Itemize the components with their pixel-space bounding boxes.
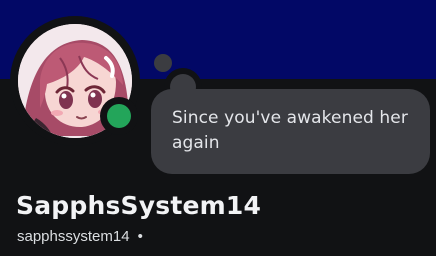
user-profile-card: Since you've awakened her again SapphsSy… xyxy=(0,0,436,256)
username-row: sapphssystem14 • xyxy=(17,228,143,245)
online-status-icon xyxy=(107,104,131,128)
custom-status-tail-small xyxy=(154,54,172,72)
username[interactable]: sapphssystem14 xyxy=(17,228,130,245)
separator-dot: • xyxy=(137,228,143,245)
custom-status-text: Since you've awakened her again xyxy=(172,108,408,153)
display-name: SapphsSystem14 xyxy=(16,191,262,220)
custom-status-bubble[interactable]: Since you've awakened her again xyxy=(151,89,430,174)
